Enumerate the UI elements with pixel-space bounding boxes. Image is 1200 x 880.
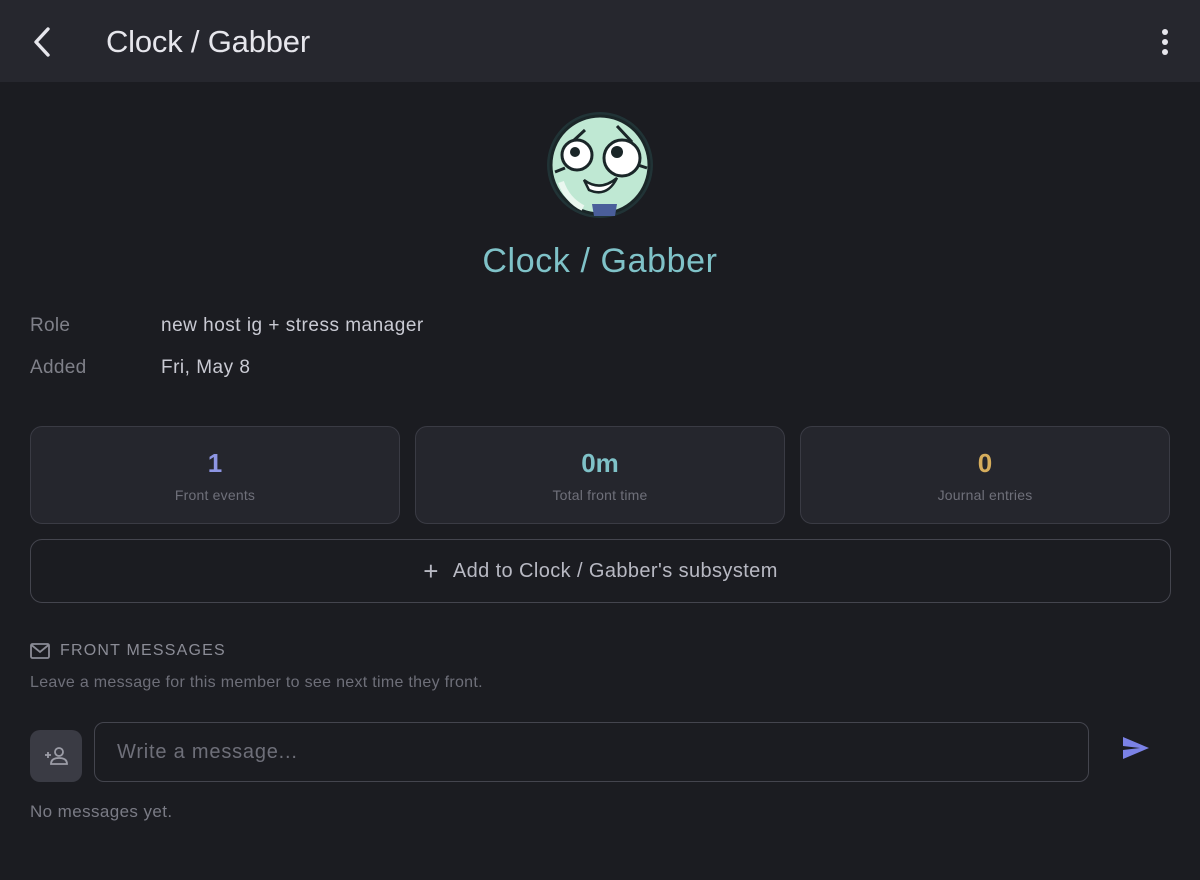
add-to-subsystem-label: Add to Clock / Gabber's subsystem <box>452 559 778 582</box>
mail-icon <box>30 643 50 659</box>
stat-value: 0 <box>977 448 993 478</box>
stat-value: 1 <box>207 448 223 478</box>
stat-label: Total front time <box>552 487 648 503</box>
more-vertical-icon <box>1162 29 1168 55</box>
add-person-icon <box>45 747 68 765</box>
stat-value: 0m <box>581 448 619 478</box>
member-name: Clock / Gabber <box>482 242 718 280</box>
more-options-button[interactable] <box>1150 22 1180 62</box>
stat-total-front-time[interactable]: 0m Total front time <box>415 426 785 524</box>
send-button[interactable] <box>1118 730 1154 766</box>
empty-messages-text: No messages yet. <box>30 802 173 821</box>
chevron-left-icon <box>34 27 50 57</box>
front-messages-description: Leave a message for this member to see n… <box>30 674 483 691</box>
send-icon <box>1123 737 1149 759</box>
front-messages-header: FRONT MESSAGES <box>30 642 226 660</box>
front-messages-title: FRONT MESSAGES <box>60 642 226 659</box>
plus-icon: + <box>423 556 439 586</box>
role-label: Role <box>30 315 71 336</box>
added-value: Fri, May 8 <box>161 357 251 378</box>
page-title: Clock / Gabber <box>106 24 310 59</box>
member-avatar[interactable] <box>547 112 653 218</box>
stat-label: Front events <box>174 487 256 503</box>
message-input[interactable] <box>94 722 1089 782</box>
avatar-image <box>547 112 653 218</box>
select-author-button[interactable] <box>30 730 82 782</box>
stat-label: Journal entries <box>937 487 1033 503</box>
back-button[interactable] <box>24 22 60 62</box>
role-value: new host ig + stress manager <box>161 315 424 336</box>
top-app-bar: Clock / Gabber <box>0 0 1200 82</box>
add-to-subsystem-button[interactable]: + Add to Clock / Gabber's subsystem <box>30 539 1171 603</box>
added-label: Added <box>30 357 87 378</box>
stat-journal-entries[interactable]: 0 Journal entries <box>800 426 1170 524</box>
stat-front-events[interactable]: 1 Front events <box>30 426 400 524</box>
